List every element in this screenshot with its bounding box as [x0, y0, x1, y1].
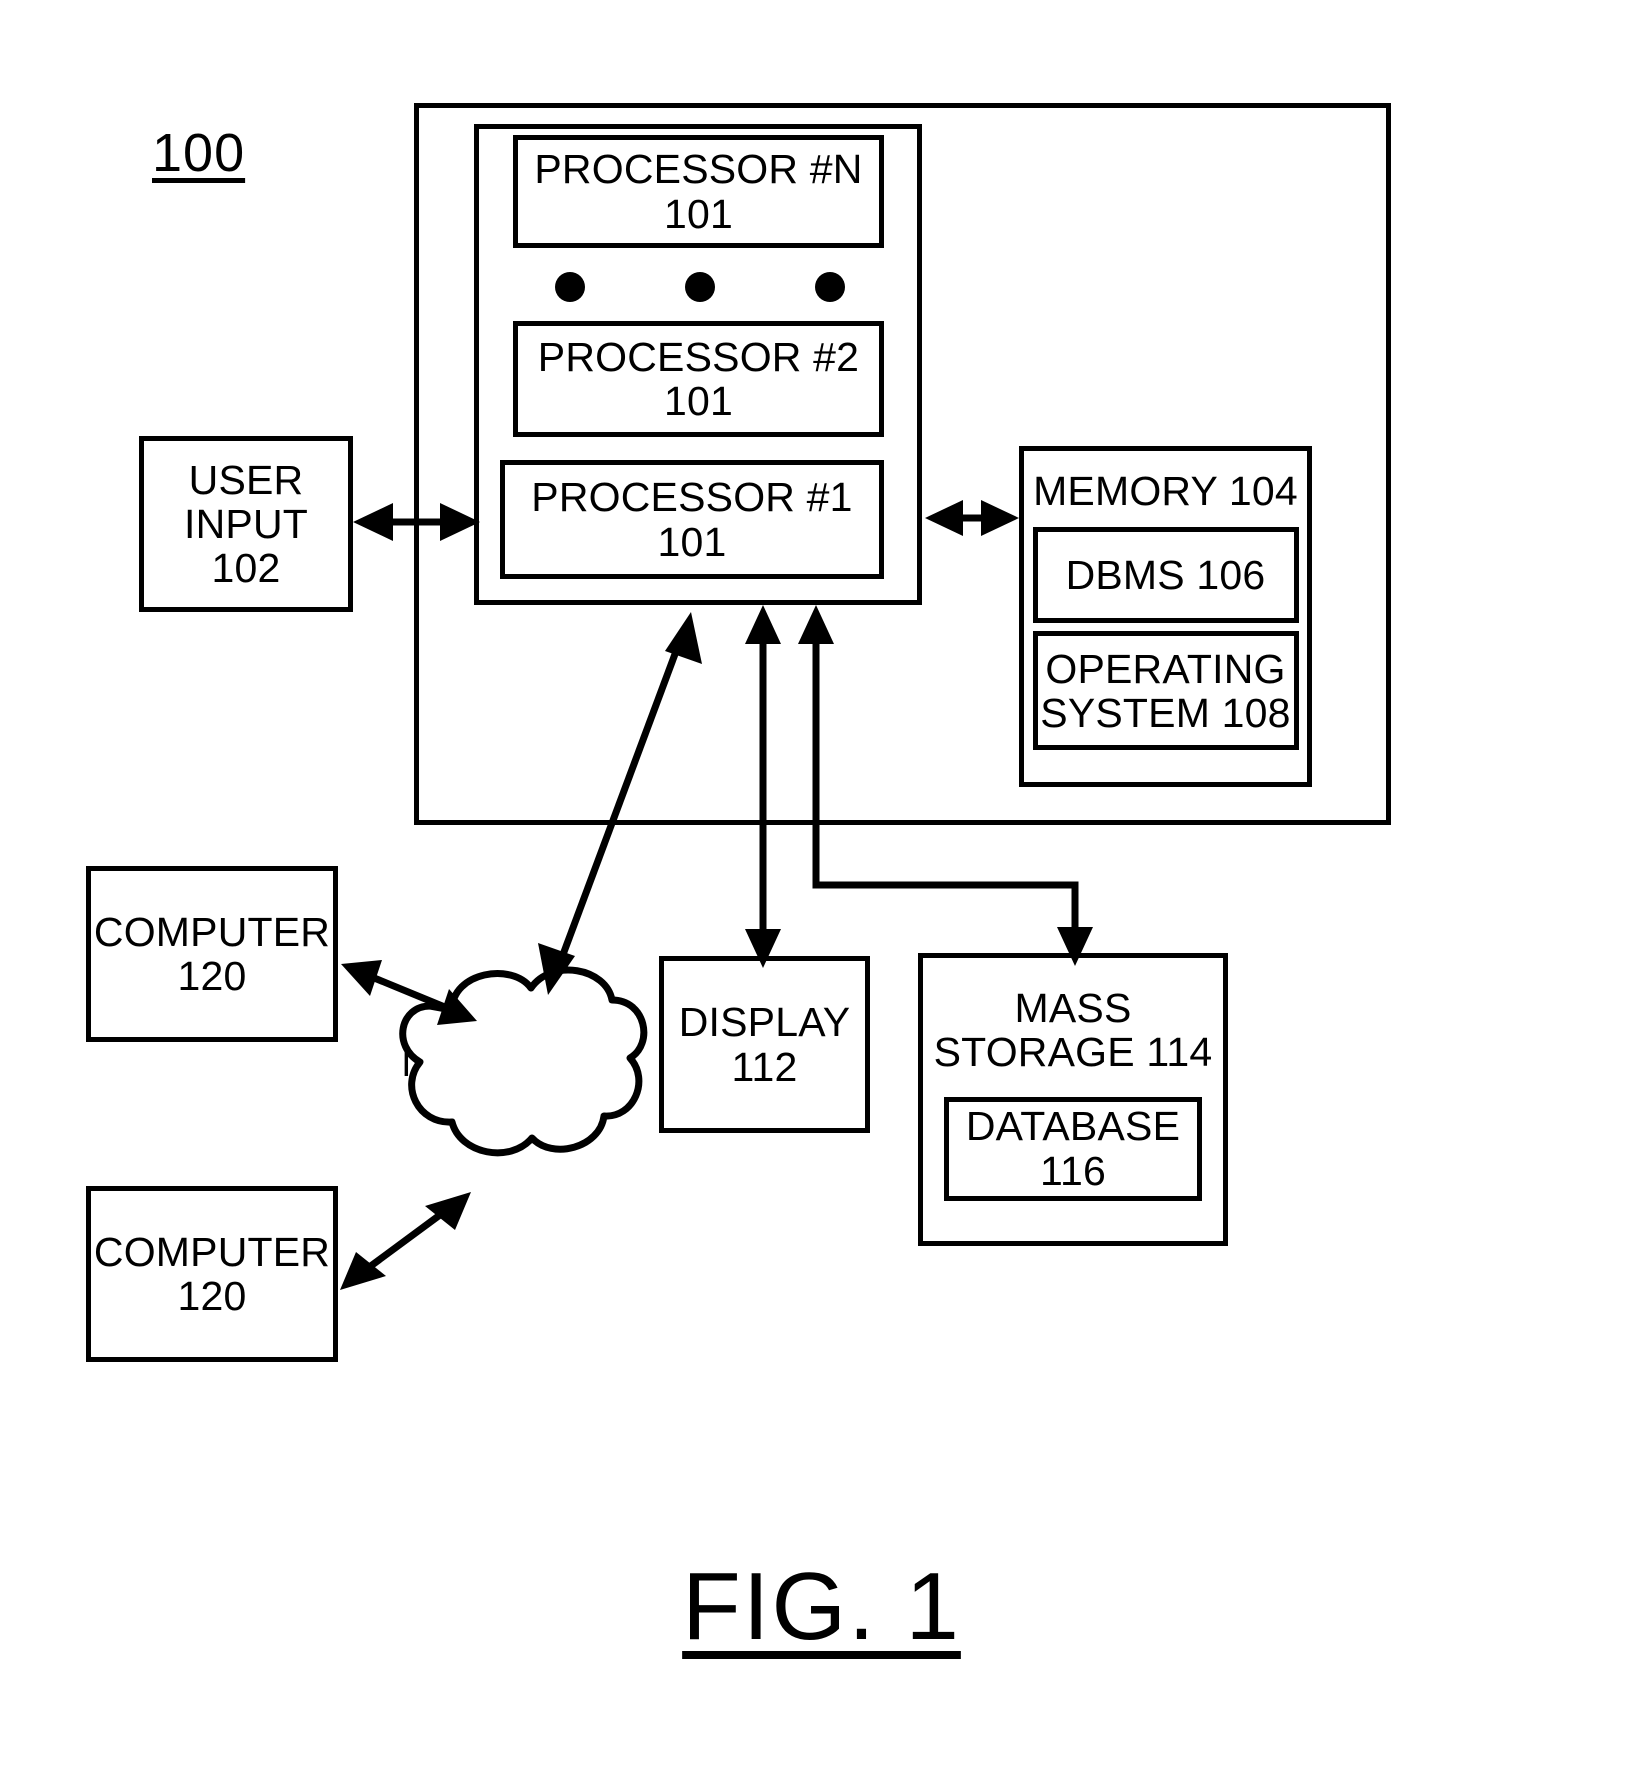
- processor-2-reference: 101: [663, 378, 733, 424]
- operating-system-label-line2: SYSTEM 108: [1040, 689, 1291, 736]
- processor-1-label: PROCESSOR #1: [531, 474, 853, 521]
- mass-storage-label-line1: MASS: [1014, 985, 1132, 1031]
- patent-figure-1: 100 PROCESSOR #N 101 PROCESSOR #2 101 PR…: [0, 0, 1643, 1784]
- processor-1-reference: 101: [657, 518, 727, 565]
- database-label-line2: 116: [1040, 1147, 1106, 1194]
- remote-computer-top-label-line1: COMPUTER: [93, 908, 331, 955]
- user-input-label-line1: USER: [188, 456, 304, 503]
- processor-2-box: PROCESSOR #2 101: [513, 321, 884, 437]
- database-label-line1: DATABASE: [965, 1103, 1181, 1150]
- user-input-box: USER INPUT 102: [139, 436, 353, 612]
- processor-ellipsis-dots: [555, 268, 845, 306]
- display-box: DISPLAY 112: [659, 956, 870, 1133]
- remote-computer-bottom-label-line1: COMPUTER: [93, 1228, 331, 1275]
- connector-computer-bottom-to-network: [340, 1192, 471, 1290]
- reference-numeral-100: 100: [152, 123, 246, 183]
- processor-n-box: PROCESSOR #N 101: [513, 135, 884, 248]
- database-box: DATABASE 116: [944, 1096, 1202, 1201]
- ellipsis-dot-icon: [555, 272, 585, 302]
- remote-computer-bottom-label-line2: 120: [177, 1273, 247, 1319]
- processor-2-label: PROCESSOR #2: [537, 333, 860, 380]
- memory-box: MEMORY 104 DBMS 106 OPERATING SYSTEM 108: [1019, 446, 1312, 787]
- user-input-label-line2: INPUT: [184, 500, 308, 547]
- operating-system-box: OPERATING SYSTEM 108: [1032, 631, 1299, 751]
- dbms-box: DBMS 106: [1032, 527, 1299, 624]
- connector-computer-top-to-network: [341, 960, 477, 1025]
- remote-computer-top-label-line2: 120: [177, 953, 247, 999]
- display-label-line1: DISPLAY: [678, 999, 851, 1046]
- processor-n-label: PROCESSOR #N: [534, 146, 863, 193]
- mass-storage-label-line2: STORAGE 114: [933, 1029, 1213, 1076]
- figure-caption: FIG. 1: [682, 1553, 961, 1660]
- network-cloud-label: NETWORK 118: [372, 1039, 640, 1132]
- network-label-line1: NETWORK: [401, 1039, 611, 1085]
- operating-system-label-line1: OPERATING: [1045, 645, 1286, 692]
- processor-n-reference: 101: [663, 190, 733, 237]
- processor-1-box: PROCESSOR #1 101: [500, 460, 884, 579]
- memory-label: MEMORY 104: [1033, 468, 1298, 514]
- display-label-line2: 112: [731, 1043, 798, 1090]
- network-label-line2: 118: [473, 1084, 539, 1131]
- remote-computer-bottom-box: COMPUTER 120: [86, 1186, 338, 1362]
- ellipsis-dot-icon: [685, 272, 715, 302]
- mass-storage-box: MASS STORAGE 114 DATABASE 116: [918, 953, 1228, 1246]
- dbms-label: DBMS 106: [1065, 552, 1266, 599]
- remote-computer-top-box: COMPUTER 120: [86, 866, 338, 1042]
- user-input-reference: 102: [211, 545, 281, 592]
- ellipsis-dot-icon: [815, 272, 845, 302]
